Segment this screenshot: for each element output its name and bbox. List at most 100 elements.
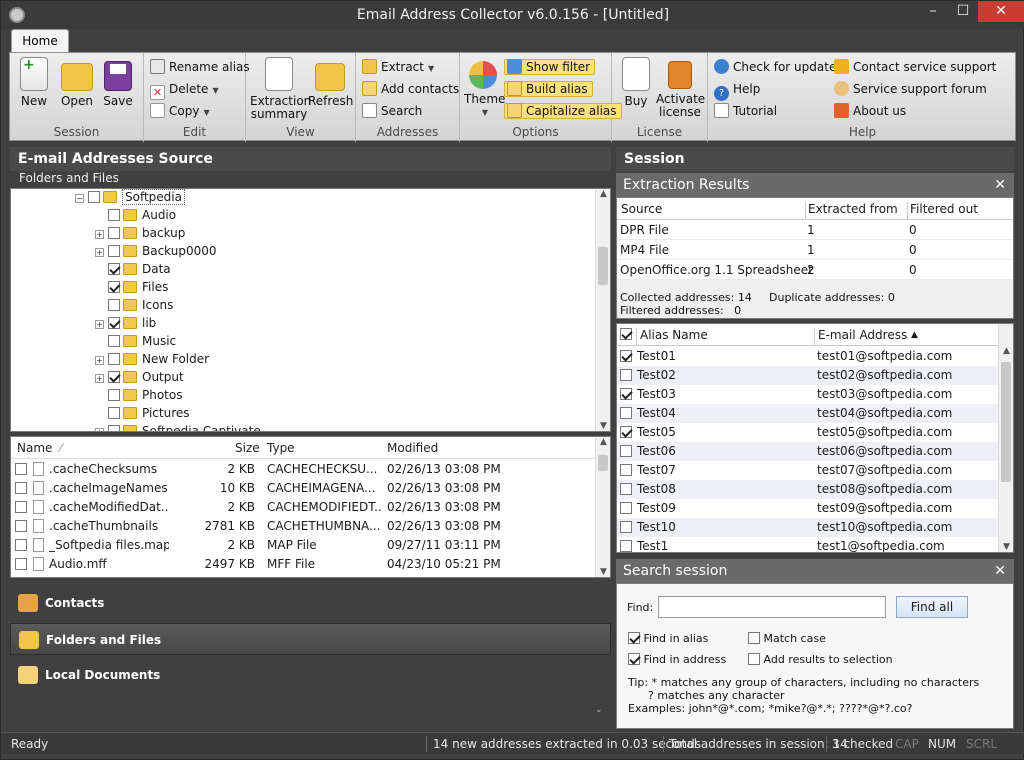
alias-checkbox[interactable] xyxy=(620,445,632,457)
tree-item[interactable]: − Softpedia xyxy=(75,189,185,206)
alias-row[interactable]: Test06 test06@softpedia.com xyxy=(617,442,999,461)
col-extracted[interactable]: Extracted from xyxy=(805,202,898,220)
alias-checkbox[interactable] xyxy=(620,502,632,514)
scroll-down-icon[interactable]: ▼ xyxy=(596,421,610,431)
scroll-down-icon[interactable]: ▼ xyxy=(596,567,610,577)
results-row[interactable]: DPR File 1 0 xyxy=(617,220,1013,240)
tree-scrollbar[interactable]: ▲ ▼ xyxy=(595,189,610,431)
alias-row[interactable]: Test07 test07@softpedia.com xyxy=(617,461,999,480)
alias-checkbox[interactable] xyxy=(620,540,632,552)
search-button[interactable]: Search xyxy=(362,101,422,121)
extract-button[interactable]: Extract ▼ xyxy=(362,57,434,77)
new-button[interactable]: + New xyxy=(16,57,52,108)
tree-checkbox[interactable] xyxy=(108,425,120,431)
alias-checkbox[interactable] xyxy=(620,350,632,362)
file-row[interactable]: .cacheChecksums 2 KB CACHECHECKSU... 02/26/… xyxy=(11,460,610,479)
collapse-icon[interactable]: − xyxy=(75,194,84,203)
buy-button[interactable]: Buy xyxy=(618,57,654,108)
minimize-button[interactable]: – xyxy=(919,1,947,22)
capitalize-alias-toggle[interactable]: Capitalize alias xyxy=(504,101,622,121)
tree-checkbox[interactable] xyxy=(108,317,120,329)
alias-row[interactable]: Test09 test09@softpedia.com xyxy=(617,499,999,518)
alias-row[interactable]: Test03 test03@softpedia.com xyxy=(617,385,999,404)
tutorial-button[interactable]: Tutorial xyxy=(714,101,777,121)
help-button[interactable]: ? Help xyxy=(714,79,760,101)
tree-item[interactable]: Data xyxy=(95,260,171,278)
alias-checkbox[interactable] xyxy=(620,426,632,438)
results-row[interactable]: OpenOffice.org 1.1 Spreadsheet 2 0 xyxy=(617,260,1013,280)
tree-checkbox[interactable] xyxy=(108,209,120,221)
save-button[interactable]: Save xyxy=(100,57,136,108)
file-row[interactable]: .cacheImageNames 10 KB CACHEIMAGENA... 02/2… xyxy=(11,479,610,498)
about-button[interactable]: About us xyxy=(834,101,906,121)
results-row[interactable]: MP4 File 1 0 xyxy=(617,240,1013,260)
scroll-thumb[interactable] xyxy=(598,455,608,471)
rename-alias-button[interactable]: Rename alias xyxy=(150,57,250,77)
scroll-down-icon[interactable]: ▼ xyxy=(999,542,1013,552)
alias-row[interactable]: Test02 test02@softpedia.com xyxy=(617,366,999,385)
match-case-option[interactable]: Match case xyxy=(748,632,826,645)
tree-checkbox[interactable] xyxy=(108,335,120,347)
alias-checkbox[interactable] xyxy=(620,483,632,495)
file-checkbox[interactable] xyxy=(15,463,27,475)
tree-checkbox[interactable] xyxy=(108,353,120,365)
tree-item[interactable]: Music xyxy=(95,332,176,350)
find-in-alias-checkbox[interactable] xyxy=(628,632,640,644)
file-row[interactable]: .cacheThumbnails 2781 KB CACHETHUMBNA... 02… xyxy=(11,517,610,536)
add-contacts-button[interactable]: Add contacts xyxy=(362,79,459,99)
alias-row[interactable]: Test01 test01@softpedia.com xyxy=(617,347,999,366)
expand-icon[interactable]: + xyxy=(95,356,104,365)
find-in-address-checkbox[interactable] xyxy=(628,653,640,665)
alias-row[interactable]: Test05 test05@softpedia.com xyxy=(617,423,999,442)
nav-expand-icon[interactable]: ⌄ xyxy=(595,705,603,715)
scroll-up-icon[interactable]: ▲ xyxy=(596,189,610,199)
add-results-checkbox[interactable] xyxy=(748,653,760,665)
tree-checkbox[interactable] xyxy=(108,263,120,275)
select-all-checkbox[interactable] xyxy=(620,328,632,340)
close-icon[interactable]: ✕ xyxy=(994,173,1006,197)
add-results-option[interactable]: Add results to selection xyxy=(748,653,893,666)
tree-item[interactable]: + lib xyxy=(95,314,156,332)
file-checkbox[interactable] xyxy=(15,520,27,532)
tree-checkbox[interactable] xyxy=(108,407,120,419)
contact-support-button[interactable]: Contact service support xyxy=(834,57,996,77)
col-type[interactable]: Type xyxy=(267,441,295,455)
close-icon[interactable]: ✕ xyxy=(994,559,1006,583)
alias-checkbox[interactable] xyxy=(620,521,632,533)
alias-row[interactable]: Test1 test1@softpedia.com xyxy=(617,537,999,552)
tree-checkbox[interactable] xyxy=(108,227,120,239)
files-scrollbar[interactable]: ▲ ▼ xyxy=(595,437,610,577)
tree-checkbox[interactable] xyxy=(108,299,120,311)
delete-button[interactable]: ✕ Delete ▼ xyxy=(150,79,219,100)
match-case-checkbox[interactable] xyxy=(748,632,760,644)
refresh-button[interactable]: Refresh xyxy=(308,57,353,108)
scroll-thumb[interactable] xyxy=(1001,362,1011,482)
col-name[interactable]: Name xyxy=(17,441,52,455)
file-checkbox[interactable] xyxy=(15,482,27,494)
tree-item[interactable]: + Softpedia Captivate xyxy=(95,422,261,431)
col-filtered[interactable]: Filtered out xyxy=(907,202,978,220)
nav-folders-and-files[interactable]: Folders and Files xyxy=(10,623,611,655)
tree-item[interactable]: + New Folder xyxy=(95,350,209,368)
scroll-thumb[interactable] xyxy=(598,247,608,285)
tree-item[interactable]: Pictures xyxy=(95,404,190,422)
build-alias-toggle[interactable]: Build alias xyxy=(504,79,593,99)
tree-checkbox[interactable] xyxy=(108,371,120,383)
alias-checkbox[interactable] xyxy=(620,388,632,400)
col-email[interactable]: E-mail Address xyxy=(814,328,907,346)
tree-item[interactable]: + Backup0000 xyxy=(95,242,217,260)
close-button[interactable]: ✕ xyxy=(978,1,1024,22)
activate-license-button[interactable]: Activate license xyxy=(656,57,705,119)
alias-checkbox[interactable] xyxy=(620,464,632,476)
col-size[interactable]: Size xyxy=(235,441,260,455)
scroll-up-icon[interactable]: ▲ xyxy=(999,346,1013,356)
find-in-address-option[interactable]: Find in address xyxy=(628,653,726,666)
find-all-button[interactable]: Find all xyxy=(896,596,968,618)
find-input[interactable] xyxy=(658,596,886,618)
tree-item[interactable]: + backup xyxy=(95,224,185,242)
tree-item[interactable]: Icons xyxy=(95,296,173,314)
file-row[interactable]: _Softpedia files.map 2 KB MAP File 09/27/11… xyxy=(11,536,610,555)
open-button[interactable]: Open xyxy=(58,57,96,108)
tree-item[interactable]: Audio xyxy=(95,206,176,224)
show-filter-toggle[interactable]: Show filter xyxy=(504,57,596,77)
